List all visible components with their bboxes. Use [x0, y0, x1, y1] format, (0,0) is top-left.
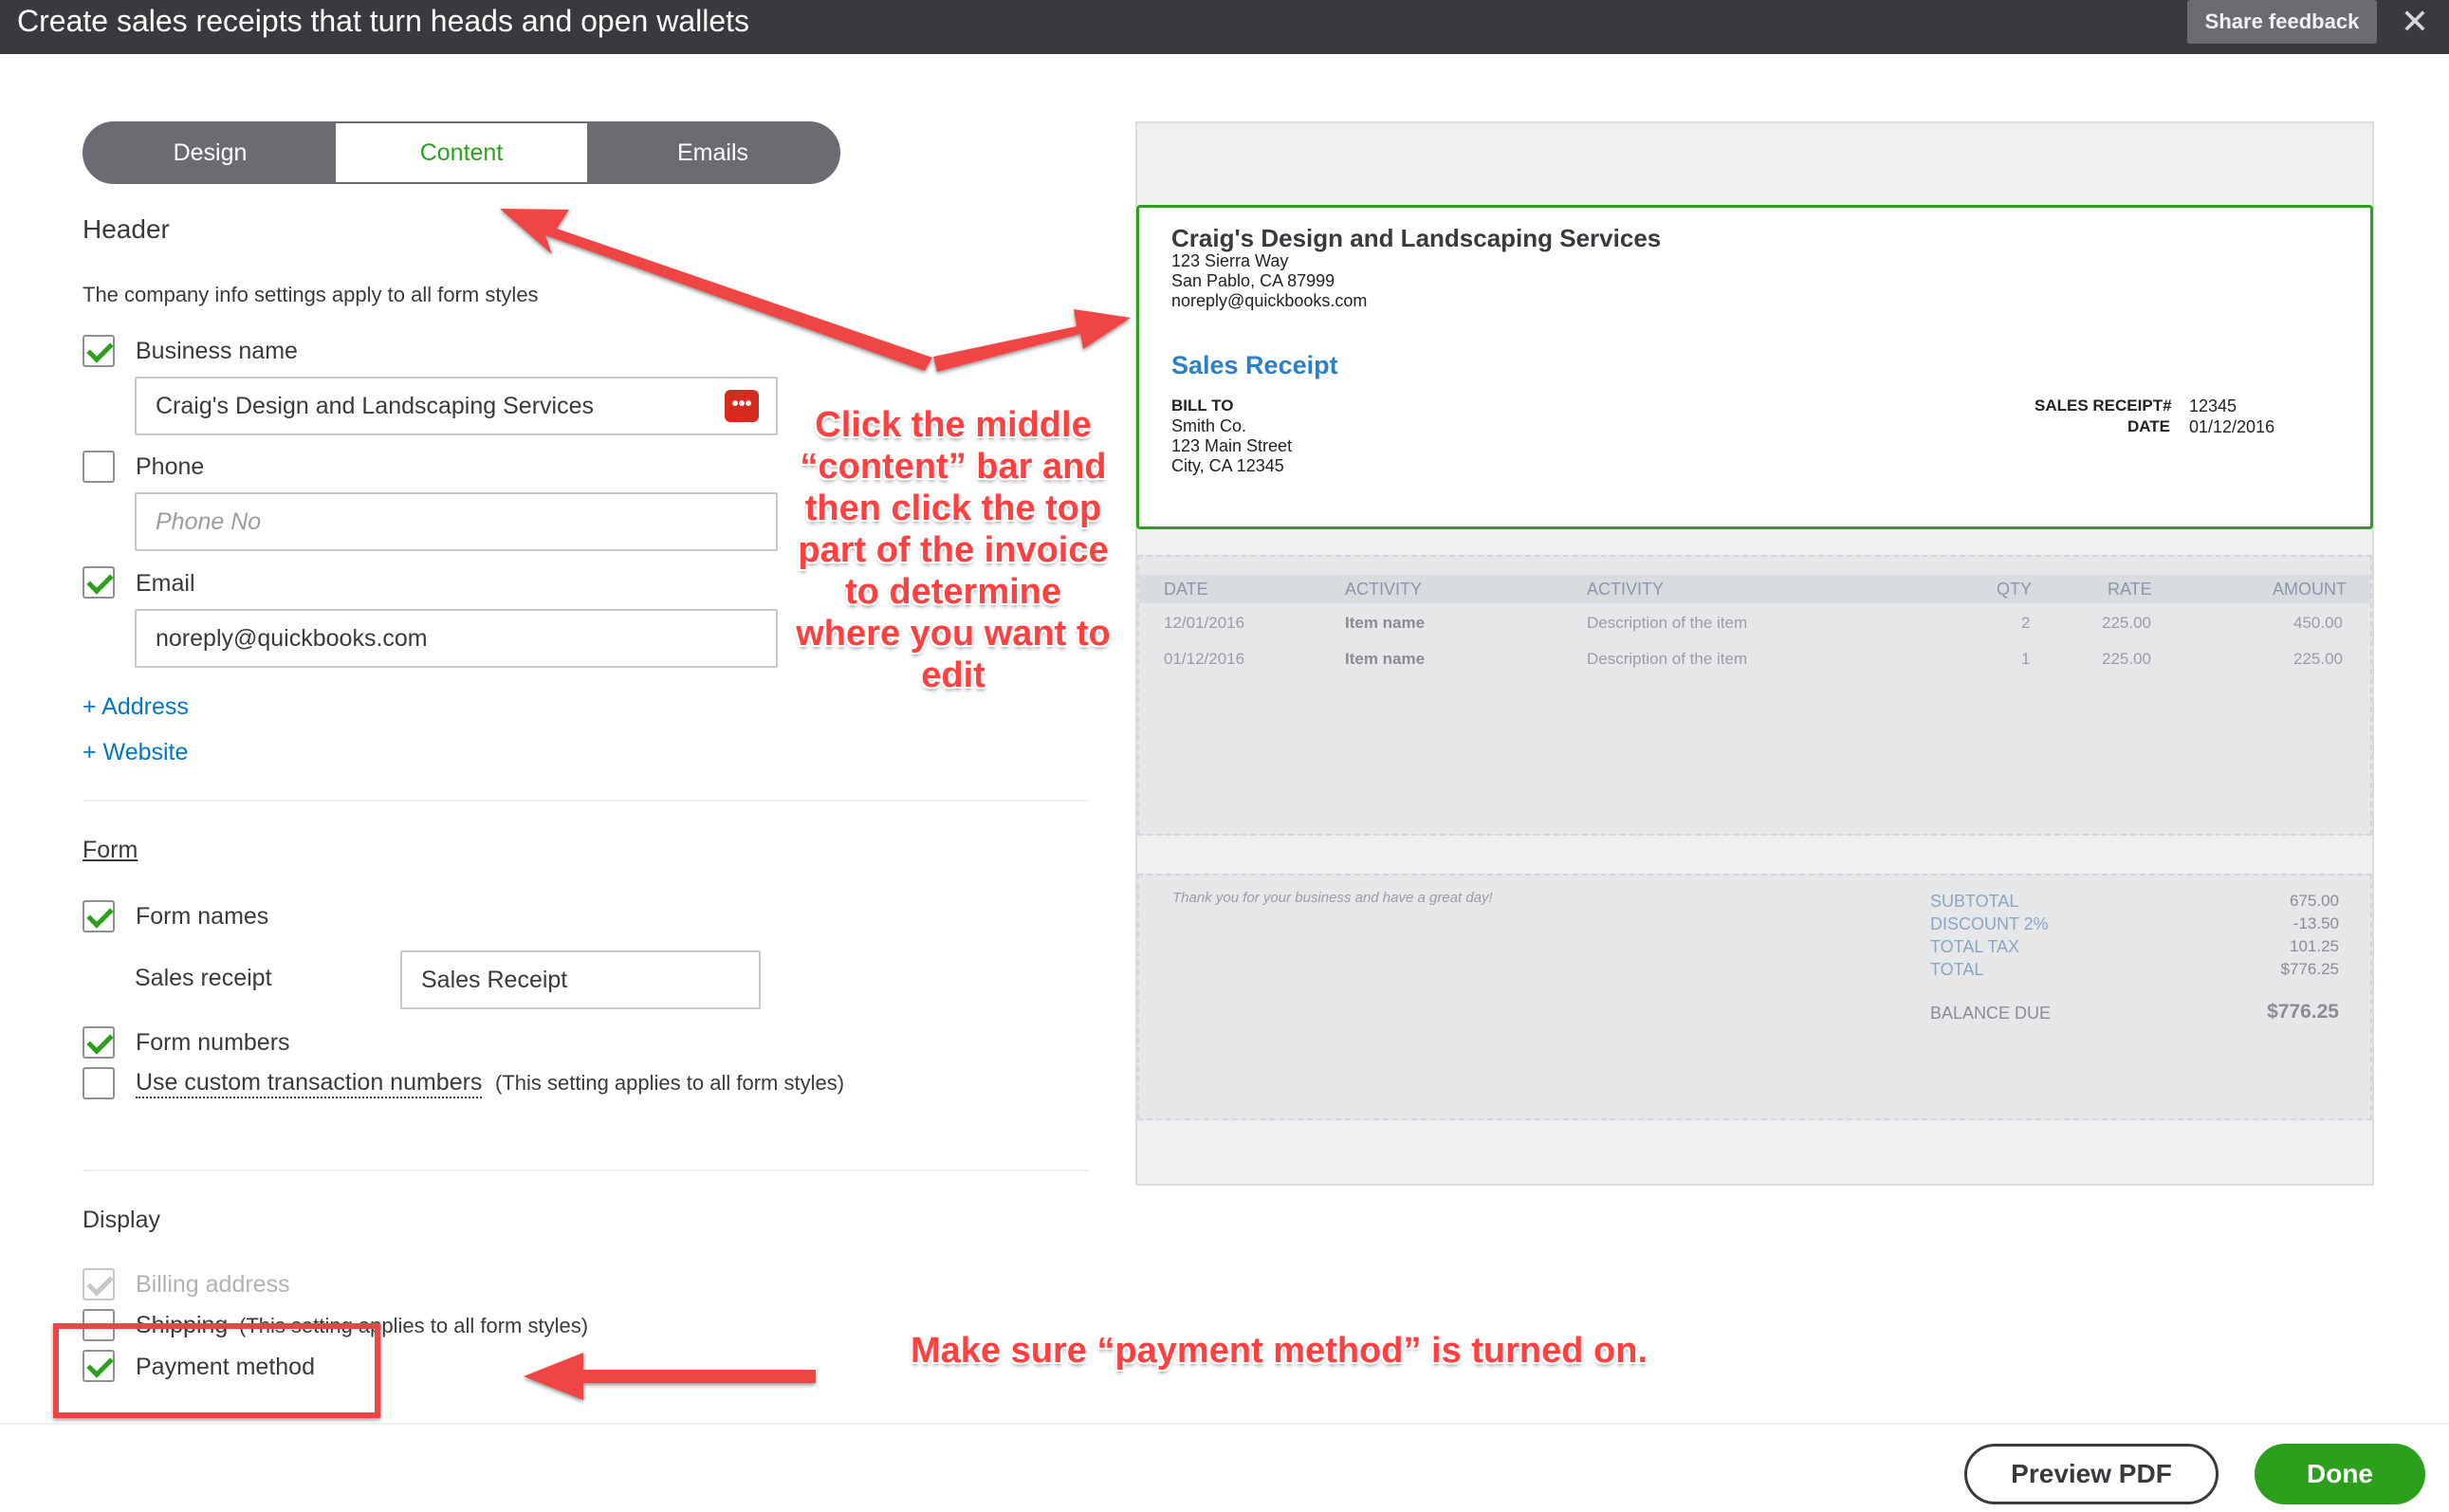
payment-method-highlight-box: [53, 1323, 380, 1418]
annotation-line: then click the top: [804, 489, 1102, 528]
annotation-line: to determine: [844, 572, 1062, 612]
preview-pdf-button[interactable]: Preview PDF: [1964, 1444, 2219, 1504]
annotation-middle-text: Click the middle “content” bar and then …: [778, 404, 1129, 696]
annotation-line: where you want to: [796, 614, 1111, 654]
arrow-to-invoice-header: [933, 309, 1131, 372]
annotation-line: Click the middle: [815, 405, 1092, 445]
annotation-line: “content” bar and: [800, 447, 1107, 487]
annotation-arrows: [500, 209, 1131, 1400]
arrow-to-payment-method: [524, 1353, 816, 1400]
done-button[interactable]: Done: [2255, 1444, 2425, 1504]
annotation-line: edit: [921, 655, 985, 695]
annotation-line: part of the invoice: [798, 530, 1109, 570]
annotation-bottom-text: Make sure “payment method” is turned on.: [911, 1331, 1648, 1371]
arrow-to-content-tab: [500, 209, 932, 371]
